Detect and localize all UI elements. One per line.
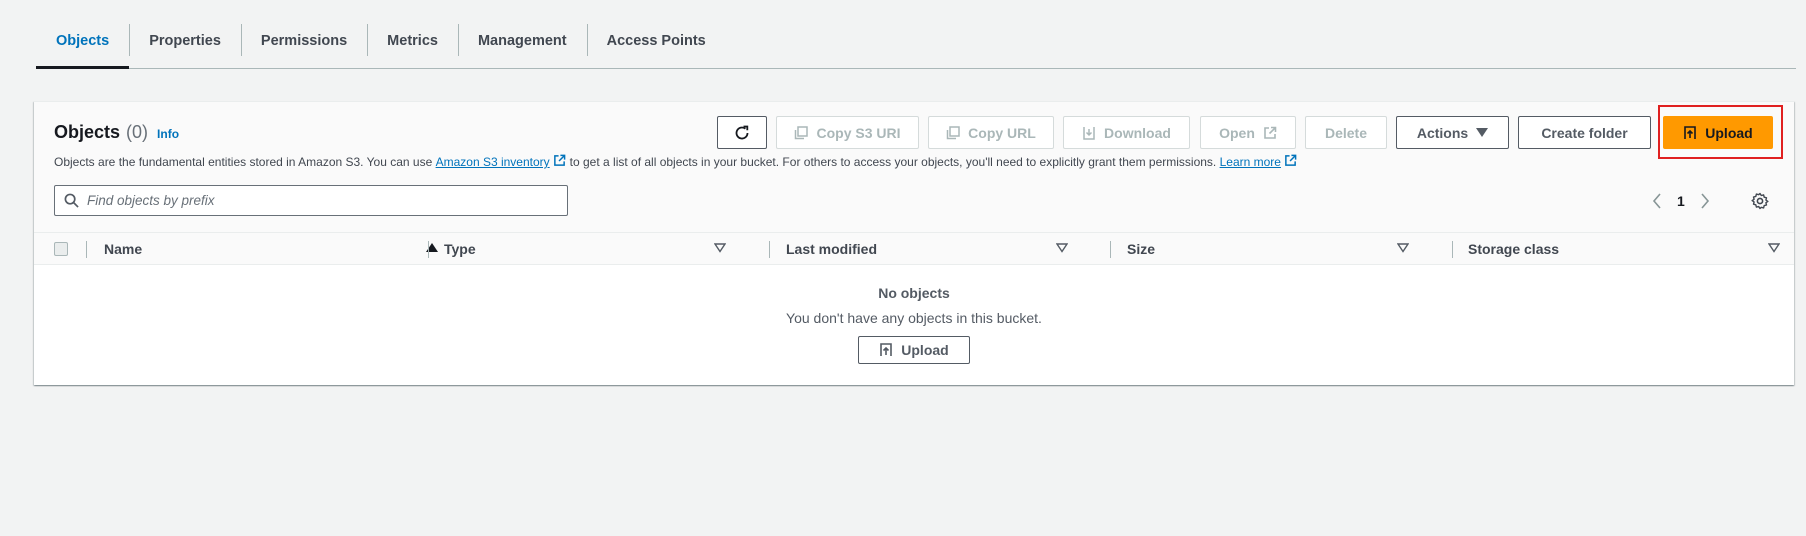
column-header-last-modified[interactable]: Last modified bbox=[786, 233, 1136, 265]
tab-permissions[interactable]: Permissions bbox=[240, 14, 367, 68]
external-link-icon bbox=[553, 154, 566, 170]
refresh-icon bbox=[735, 125, 749, 139]
empty-state-upload-button[interactable]: Upload bbox=[858, 336, 970, 364]
copy-icon bbox=[795, 125, 809, 139]
column-header-label: Name bbox=[104, 241, 143, 257]
objects-table-header: Name Type Last modified Size Storage cla… bbox=[34, 233, 1794, 265]
column-header-label: Last modified bbox=[786, 241, 878, 257]
chevron-right-icon[interactable] bbox=[1699, 192, 1711, 210]
column-divider bbox=[1110, 241, 1111, 258]
bucket-tabs: Objects Properties Permissions Metrics M… bbox=[36, 14, 1796, 69]
pagination: 1 bbox=[1651, 192, 1711, 210]
tab-metrics[interactable]: Metrics bbox=[367, 14, 458, 68]
actions-label: Actions bbox=[1416, 124, 1469, 141]
download-button[interactable]: Download bbox=[1063, 116, 1190, 149]
sort-icon bbox=[714, 243, 726, 253]
search-input[interactable] bbox=[85, 186, 567, 215]
page-number[interactable]: 1 bbox=[1677, 193, 1685, 209]
open-label: Open bbox=[1219, 124, 1255, 141]
copy-s3-uri-label: Copy S3 URI bbox=[816, 124, 901, 141]
column-divider bbox=[769, 241, 770, 258]
column-divider bbox=[86, 241, 87, 258]
column-header-size[interactable]: Size bbox=[1127, 233, 1477, 265]
column-divider bbox=[428, 241, 429, 258]
tab-access-points[interactable]: Access Points bbox=[586, 14, 726, 68]
tab-objects[interactable]: Objects bbox=[36, 14, 130, 69]
actions-dropdown[interactable]: Actions bbox=[1396, 116, 1509, 149]
copy-url-button[interactable]: Copy URL bbox=[928, 116, 1054, 149]
info-link[interactable]: Info bbox=[157, 127, 179, 141]
sort-icon bbox=[1397, 243, 1409, 253]
delete-label: Delete bbox=[1324, 124, 1368, 141]
download-icon bbox=[1083, 126, 1095, 140]
empty-upload-label: Upload bbox=[901, 342, 949, 358]
external-link-icon bbox=[1264, 126, 1277, 139]
delete-button[interactable]: Delete bbox=[1305, 116, 1387, 149]
download-label: Download bbox=[1104, 124, 1171, 141]
panel-description: Objects are the fundamental entities sto… bbox=[54, 154, 1301, 170]
panel-title-row: Objects (0) Info bbox=[54, 122, 179, 143]
empty-state-description: You don't have any objects in this bucke… bbox=[786, 310, 1042, 326]
select-all-checkbox[interactable] bbox=[54, 242, 68, 256]
upload-icon bbox=[1684, 125, 1697, 139]
column-header-storage-class[interactable]: Storage class bbox=[1468, 233, 1794, 265]
inventory-link[interactable]: Amazon S3 inventory bbox=[436, 155, 550, 169]
chevron-left-icon[interactable] bbox=[1651, 192, 1663, 210]
description-text-1: Objects are the fundamental entities sto… bbox=[54, 155, 433, 169]
copy-icon bbox=[946, 125, 960, 139]
column-header-label: Type bbox=[444, 241, 476, 257]
sort-icon bbox=[1056, 243, 1068, 253]
sort-icon bbox=[1768, 243, 1780, 253]
objects-panel: Objects (0) Info Objects are the fundame… bbox=[34, 101, 1794, 385]
search-icon bbox=[64, 193, 79, 208]
copy-url-label: Copy URL bbox=[968, 124, 1036, 141]
tab-management[interactable]: Management bbox=[457, 14, 587, 68]
search-box bbox=[54, 185, 568, 216]
refresh-button[interactable] bbox=[717, 116, 767, 149]
copy-s3-uri-button[interactable]: Copy S3 URI bbox=[776, 116, 919, 149]
column-divider bbox=[1452, 241, 1453, 258]
caret-down-icon bbox=[1476, 127, 1489, 137]
create-folder-label: Create folder bbox=[1541, 124, 1628, 141]
object-count: (0) bbox=[126, 122, 149, 142]
external-link-icon bbox=[1284, 154, 1297, 170]
learn-more-link[interactable]: Learn more bbox=[1220, 155, 1281, 169]
upload-label: Upload bbox=[1705, 124, 1753, 141]
column-header-label: Size bbox=[1127, 241, 1156, 257]
upload-icon bbox=[880, 343, 893, 356]
upload-button[interactable]: Upload bbox=[1663, 116, 1773, 149]
empty-state-title: No objects bbox=[878, 285, 950, 301]
tab-properties[interactable]: Properties bbox=[129, 14, 241, 68]
column-header-label: Storage class bbox=[1468, 241, 1560, 257]
create-folder-button[interactable]: Create folder bbox=[1518, 116, 1651, 149]
column-header-name[interactable]: Name bbox=[104, 233, 452, 265]
objects-panel-header: Objects (0) Info Objects are the fundame… bbox=[34, 102, 1794, 233]
gear-icon bbox=[1751, 192, 1769, 210]
description-text-2: to get a list of all objects in your buc… bbox=[569, 155, 1217, 169]
open-button[interactable]: Open bbox=[1200, 116, 1296, 149]
preferences-button[interactable] bbox=[1751, 192, 1769, 215]
panel-title: Objects bbox=[54, 122, 121, 142]
column-header-type[interactable]: Type bbox=[444, 233, 794, 265]
